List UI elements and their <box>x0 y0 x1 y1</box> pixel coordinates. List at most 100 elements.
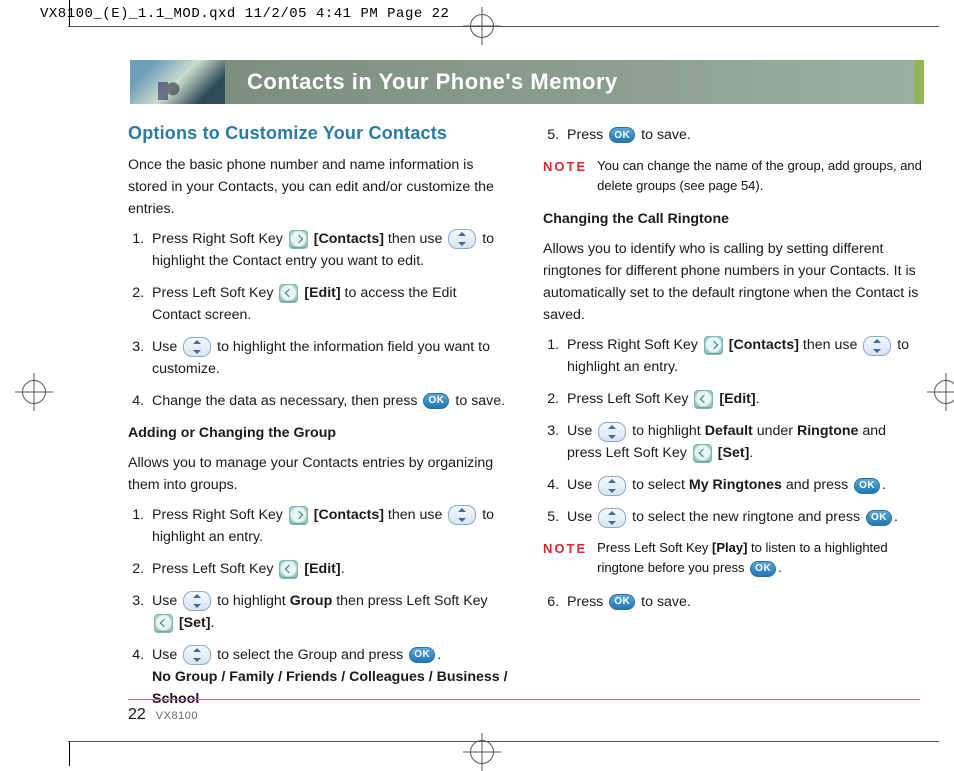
step: Press Right Soft Key [Contacts] then use… <box>148 504 509 548</box>
model-name: VX8100 <box>156 710 198 722</box>
nav-key-icon <box>598 476 626 496</box>
text: . <box>894 509 898 525</box>
ringtone-steps: Press Right Soft Key [Contacts] then use… <box>543 334 924 528</box>
column-left: Options to Customize Your Contacts Once … <box>128 120 509 696</box>
text: [Set] <box>718 445 750 461</box>
text: then press Left Soft Key <box>336 593 487 609</box>
step: Press Right Soft Key [Contacts] then use… <box>148 228 509 272</box>
nav-key-icon <box>183 645 211 665</box>
text: Press Right Soft Key <box>152 507 287 523</box>
nav-key-icon <box>863 336 891 356</box>
note-body: You can change the name of the group, ad… <box>597 156 924 196</box>
text: to highlight <box>632 423 705 439</box>
text: [Set] <box>179 615 211 631</box>
right-soft-key-icon <box>289 506 308 525</box>
step: Use to highlight Group then press Left S… <box>148 590 509 634</box>
text: to select the new ringtone and press <box>632 509 864 525</box>
text: under <box>757 423 797 439</box>
step: Use to highlight Default under Ringtone … <box>563 420 924 464</box>
right-soft-key-icon <box>289 230 308 249</box>
ok-key-icon: OK <box>423 393 449 409</box>
text: [Contacts] <box>314 231 384 247</box>
page-content: Options to Customize Your Contacts Once … <box>128 120 924 696</box>
text: [Contacts] <box>314 507 384 523</box>
text: Press Left Soft Key <box>567 391 692 407</box>
crop-line <box>69 0 70 26</box>
group-intro: Allows you to manage your Contacts entri… <box>128 452 509 496</box>
section-title: Options to Customize Your Contacts <box>128 120 509 148</box>
text: Press Right Soft Key <box>567 337 702 353</box>
step: Press Left Soft Key [Edit]. <box>563 388 924 410</box>
ringtone-heading: Changing the Call Ringtone <box>543 208 924 230</box>
crop-line <box>69 742 70 766</box>
page-footer: 22 VX8100 <box>128 699 920 724</box>
text: . <box>882 477 886 493</box>
text: to save. <box>641 594 691 610</box>
text: Use <box>152 593 181 609</box>
text: . <box>341 561 345 577</box>
group-steps-cont: Press OK to save. <box>543 124 924 146</box>
text: to save. <box>641 127 691 143</box>
customize-steps: Press Right Soft Key [Contacts] then use… <box>128 228 509 412</box>
crop-mark-right <box>934 380 954 404</box>
text: [Edit] <box>304 561 340 577</box>
text: Press <box>567 594 607 610</box>
text: [Edit] <box>304 285 340 301</box>
note-label: NOTE <box>543 156 587 196</box>
text: Use <box>152 647 181 663</box>
left-soft-key-icon <box>279 560 298 579</box>
text: Press Left Soft Key <box>597 540 712 555</box>
step: Press Left Soft Key [Edit]. <box>148 558 509 580</box>
text: to select <box>632 477 689 493</box>
text: Press <box>567 127 607 143</box>
banner-title: Contacts in Your Phone's Memory <box>225 60 914 104</box>
banner-image <box>130 60 225 104</box>
text: Use <box>567 509 596 525</box>
step: Change the data as necessary, then press… <box>148 390 509 412</box>
nav-key-icon <box>598 422 626 442</box>
group-steps: Press Right Soft Key [Contacts] then use… <box>128 504 509 710</box>
text: [Contacts] <box>729 337 799 353</box>
text: Group <box>290 593 333 609</box>
crop-mark-bottom <box>470 740 494 764</box>
text: Ringtone <box>797 423 858 439</box>
step: Press OK to save. <box>563 591 924 613</box>
left-soft-key-icon <box>693 444 712 463</box>
crop-mark-left <box>22 380 46 404</box>
text: to highlight <box>217 593 290 609</box>
text: [Play] <box>712 540 747 555</box>
step: Use to select My Ringtones and press OK. <box>563 474 924 496</box>
text: . <box>210 615 214 631</box>
note: NOTE Press Left Soft Key [Play] to liste… <box>543 538 924 578</box>
text: My Ringtones <box>689 477 782 493</box>
text: and press <box>786 477 852 493</box>
ok-key-icon: OK <box>750 561 776 577</box>
nav-key-icon <box>183 591 211 611</box>
right-soft-key-icon <box>704 336 723 355</box>
crop-mark-top <box>470 14 494 38</box>
nav-key-icon <box>448 229 476 249</box>
step: Press OK to save. <box>563 124 924 146</box>
ringtone-intro: Allows you to identify who is calling by… <box>543 238 924 326</box>
nav-key-icon <box>598 508 626 528</box>
note: NOTE You can change the name of the grou… <box>543 156 924 196</box>
column-right: Press OK to save. NOTE You can change th… <box>543 120 924 696</box>
text: Press Left Soft Key <box>152 285 277 301</box>
text: Use <box>152 339 181 355</box>
page-banner: Contacts in Your Phone's Memory <box>130 60 924 104</box>
text: Default <box>705 423 753 439</box>
step: Press Left Soft Key [Edit] to access the… <box>148 282 509 326</box>
banner-accent <box>914 60 924 104</box>
text: then use <box>803 337 861 353</box>
nav-key-icon <box>183 337 211 357</box>
print-header: VX8100_(E)_1.1_MOD.qxd 11/2/05 4:41 PM P… <box>40 6 449 22</box>
note-body: Press Left Soft Key [Play] to listen to … <box>597 538 924 578</box>
text: Use <box>567 477 596 493</box>
text: [Edit] <box>719 391 755 407</box>
text: to select the Group and press <box>217 647 407 663</box>
text: . <box>756 391 760 407</box>
text: . <box>749 445 753 461</box>
text: Press Right Soft Key <box>152 231 287 247</box>
ok-key-icon: OK <box>866 510 892 526</box>
ok-key-icon: OK <box>609 127 635 143</box>
